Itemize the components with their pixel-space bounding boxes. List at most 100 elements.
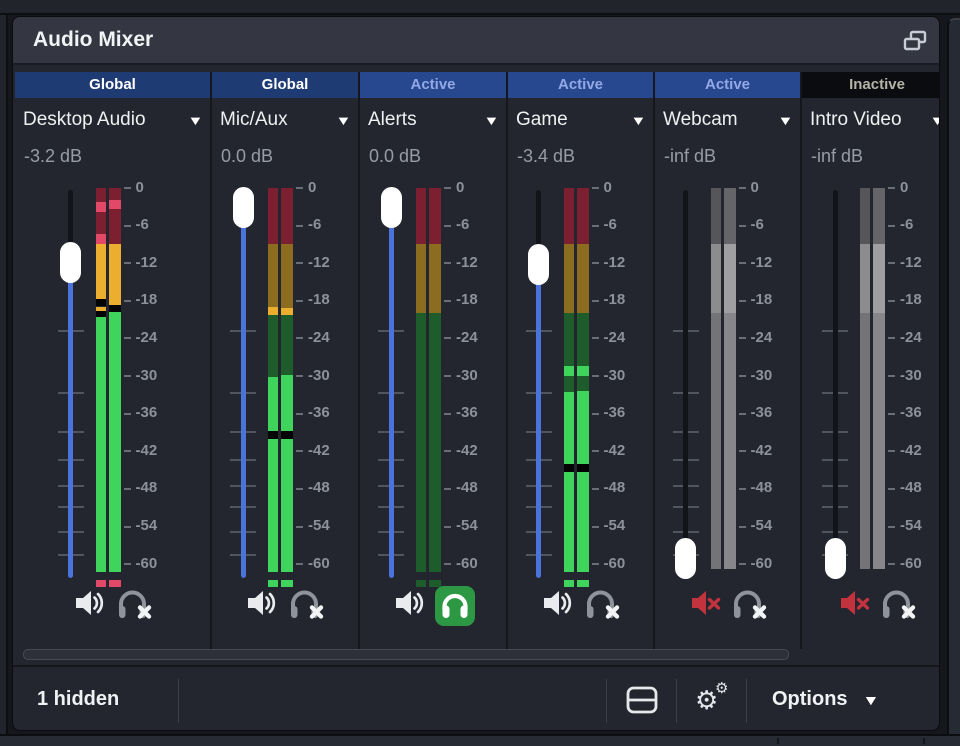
meter-segment-right xyxy=(109,209,121,244)
meter-tick-label: -24 xyxy=(136,329,176,346)
meter-segment-right xyxy=(281,188,293,244)
speaker-icon xyxy=(541,608,575,623)
meter-tick-label: -30 xyxy=(604,367,644,384)
meter-tick xyxy=(592,225,599,227)
meter-tick-label: -12 xyxy=(604,254,644,271)
meter-segment-left xyxy=(711,313,721,569)
meter-tick-label: -6 xyxy=(604,216,644,233)
meter-tick-label: -48 xyxy=(751,479,791,496)
meter-tick-label: -12 xyxy=(308,254,348,271)
footer-divider xyxy=(178,679,179,723)
meter-tick-label: -12 xyxy=(456,254,496,271)
meter-tick-label: 0 xyxy=(136,179,176,196)
meter-tick xyxy=(739,450,746,452)
monitor-button[interactable] xyxy=(287,586,325,625)
toggle-layout-button[interactable] xyxy=(625,685,659,715)
meter-tick xyxy=(888,300,895,302)
mute-button[interactable] xyxy=(541,586,575,623)
meter-tick xyxy=(444,187,451,189)
meter-tick-label: -48 xyxy=(456,479,496,496)
meter-tick-label: -36 xyxy=(900,404,940,421)
mute-button[interactable] xyxy=(393,586,427,623)
meter-tick xyxy=(124,262,131,264)
meter-tick xyxy=(444,450,451,452)
meter-tick xyxy=(444,225,451,227)
dock-divider xyxy=(777,738,779,744)
meter-tick-label: 0 xyxy=(751,179,791,196)
speaker-icon xyxy=(245,608,279,623)
monitor-button[interactable] xyxy=(435,586,475,626)
meter-tick xyxy=(739,375,746,377)
meter-tick xyxy=(296,563,303,565)
advanced-audio-button[interactable]: ⚙ ⚙ xyxy=(693,681,733,719)
meter-tick-label: -54 xyxy=(308,517,348,534)
mute-button[interactable] xyxy=(245,586,279,623)
meter-tick-label: -60 xyxy=(456,555,496,572)
meter-tick-label: -6 xyxy=(136,216,176,233)
horizontal-scrollbar[interactable] xyxy=(15,649,939,661)
meter-tick xyxy=(444,563,451,565)
headphones-off-icon xyxy=(730,610,768,625)
vu-meter: 0-6-12-18-24-30-36-42-48-54-60 xyxy=(802,72,940,649)
meter-tick xyxy=(592,187,599,189)
vu-meter: 0-6-12-18-24-30-36-42-48-54-60 xyxy=(15,72,210,649)
meter-segment-left xyxy=(564,313,574,366)
meter-tick xyxy=(296,526,303,528)
meter-segment-right xyxy=(109,312,121,572)
meter-tick xyxy=(124,225,131,227)
meter-segment-left xyxy=(96,244,106,299)
adjacent-dock-bottom xyxy=(0,734,960,746)
mute-button[interactable] xyxy=(73,586,107,623)
meter-segment-right xyxy=(577,472,589,572)
meter-tick-label: -18 xyxy=(900,291,940,308)
meter-tick xyxy=(124,488,131,490)
options-button[interactable]: Options ▼ xyxy=(772,667,877,731)
meter-tick-label: -42 xyxy=(900,442,940,459)
channel-strip: Active Game ▼ -3.4 dB 0-6-12-18-24-30-36… xyxy=(508,72,655,649)
meter-tick xyxy=(739,187,746,189)
meter-segment-right xyxy=(873,188,885,244)
meter-tick xyxy=(296,450,303,452)
gear-small-icon: ⚙ xyxy=(715,679,728,697)
mute-button[interactable] xyxy=(688,586,722,623)
meter-segment-right xyxy=(281,375,293,431)
meter-segment-right xyxy=(109,188,121,200)
meter-tick-label: -6 xyxy=(456,216,496,233)
meter-tick-label: -48 xyxy=(308,479,348,496)
meter-tick-label: -36 xyxy=(456,404,496,421)
meter-tick-label: -6 xyxy=(751,216,791,233)
hidden-sources-count: 1 hidden xyxy=(37,667,119,731)
meter-segment-left xyxy=(268,244,278,307)
meter-tick-label: -42 xyxy=(456,442,496,459)
scrollbar-handle[interactable] xyxy=(23,649,789,660)
meter-tick-label: -54 xyxy=(136,517,176,534)
meter-tick-label: -18 xyxy=(308,291,348,308)
meter-segment-right xyxy=(281,439,293,573)
meter-segment-right xyxy=(724,244,736,313)
meter-tick xyxy=(124,413,131,415)
monitor-button[interactable] xyxy=(730,586,768,625)
popout-icon[interactable] xyxy=(902,29,928,53)
meter-segment-right xyxy=(577,313,589,366)
monitor-button[interactable] xyxy=(879,586,917,625)
meter-tick-label: -18 xyxy=(136,291,176,308)
meter-segment-right xyxy=(429,188,441,244)
meter-tick-label: -24 xyxy=(456,329,496,346)
meter-tick-label: -18 xyxy=(604,291,644,308)
meter-tick xyxy=(296,262,303,264)
meter-tick-label: -6 xyxy=(308,216,348,233)
meter-tick xyxy=(739,563,746,565)
meter-segment-left xyxy=(711,244,721,313)
meter-segment-right xyxy=(724,188,736,244)
meter-segment-right xyxy=(281,315,293,375)
monitor-button[interactable] xyxy=(115,586,153,625)
monitor-button[interactable] xyxy=(583,586,621,625)
meter-segment-left xyxy=(564,464,574,472)
meter-tick xyxy=(592,526,599,528)
meter-tick xyxy=(592,488,599,490)
meter-tick-label: -60 xyxy=(136,555,176,572)
channel-strip: Active Webcam ▼ -inf dB 0-6-12-18-24-30-… xyxy=(655,72,802,649)
meter-segment-left xyxy=(96,188,106,202)
meter-segment-right xyxy=(577,391,589,464)
mute-button[interactable] xyxy=(837,586,871,623)
